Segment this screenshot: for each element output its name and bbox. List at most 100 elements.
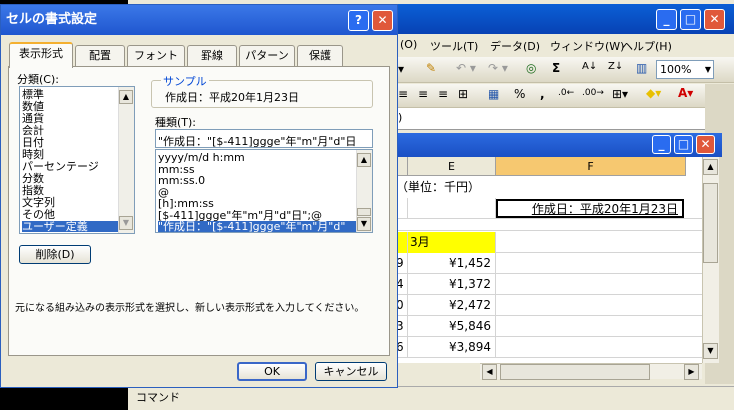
decrease-decimal-icon[interactable]: .00→ xyxy=(582,88,604,98)
workbook-maximize-icon[interactable]: □ xyxy=(674,135,693,154)
march-value-cell[interactable]: ¥1,372 xyxy=(408,274,496,295)
autosum-button[interactable]: Σ xyxy=(552,61,560,75)
scroll-up-icon[interactable]: ▲ xyxy=(357,153,371,167)
delete-button[interactable]: 削除(D) xyxy=(19,245,91,264)
type-item[interactable]: mm:ss.0 xyxy=(158,175,356,186)
category-label: 分類(C): xyxy=(17,73,59,86)
scroll-right-icon[interactable]: ▶ xyxy=(684,364,699,380)
number-tab-panel: 分類(C): ▲ ▼ 標準 数値 通貨 会計 日付 時刻 パーセンテージ 分数 指数 文字列 その他… xyxy=(8,66,390,356)
type-item[interactable]: yyyy/m/d h:mm xyxy=(158,152,356,163)
formula-bar[interactable]: ) xyxy=(396,108,734,130)
redo-icon[interactable]: ↷ ▾ xyxy=(488,61,508,75)
type-item[interactable]: mm:ss xyxy=(158,164,356,175)
category-item[interactable]: 通貨 xyxy=(22,113,118,124)
march-value-cell[interactable]: ¥1,452 xyxy=(408,253,496,274)
tab-protection[interactable]: 保護 xyxy=(297,45,343,66)
scroll-down-icon[interactable]: ▼ xyxy=(357,217,371,231)
category-item[interactable]: 標準 xyxy=(22,89,118,100)
workbook-close-icon[interactable]: ✕ xyxy=(696,135,715,154)
align-center-icon[interactable]: ≡ xyxy=(418,87,428,101)
horizontal-scrollbar[interactable]: ◀ ▶ xyxy=(480,363,702,380)
chart-wizard-icon[interactable]: ▥ xyxy=(636,61,647,75)
type-item[interactable]: @ xyxy=(158,187,356,198)
category-scrollbar[interactable]: ▲ ▼ xyxy=(118,87,134,233)
category-item[interactable]: その他 xyxy=(22,209,118,220)
borders-icon[interactable]: ⊞▾ xyxy=(612,87,628,101)
currency-style-icon[interactable]: ▦ xyxy=(488,87,499,101)
comma-style-button[interactable]: , xyxy=(540,87,545,101)
march-value-cell[interactable]: ¥5,846 xyxy=(408,316,496,337)
hyperlink-icon[interactable]: ◎ xyxy=(526,61,536,75)
category-item[interactable]: ユーザー定義 xyxy=(22,221,118,232)
ok-button[interactable]: OK xyxy=(237,362,307,381)
align-right-icon[interactable]: ≡ xyxy=(438,87,448,101)
type-item[interactable]: [$-411]ggge"年"m"月"d"日";@ xyxy=(158,210,356,221)
menu-window[interactable]: ウィンドウ(W) xyxy=(550,38,624,54)
hscroll-thumb[interactable] xyxy=(500,364,650,380)
type-item[interactable]: [h]:mm:ss xyxy=(158,198,356,209)
format-painter-icon[interactable]: ✎ xyxy=(426,61,436,75)
font-color-icon[interactable]: A▾ xyxy=(678,86,693,100)
category-item[interactable]: パーセンテージ xyxy=(22,161,118,172)
scroll-up-icon[interactable]: ▲ xyxy=(119,90,133,104)
tab-border[interactable]: 罫線 xyxy=(187,45,237,66)
scroll-thumb[interactable] xyxy=(357,208,371,216)
scroll-down-icon[interactable]: ▼ xyxy=(119,216,133,230)
vertical-scrollbar[interactable]: ▲ ▼ xyxy=(702,157,719,363)
cell-e3[interactable] xyxy=(408,198,496,219)
close-icon[interactable]: ✕ xyxy=(704,9,725,30)
align-left-icon[interactable]: ≡ xyxy=(398,87,408,101)
tab-font[interactable]: フォント xyxy=(127,45,185,66)
scroll-thumb[interactable] xyxy=(703,183,718,263)
category-item[interactable]: 分数 xyxy=(22,173,118,184)
unit-label-cell[interactable]: （単位：千円） xyxy=(396,177,496,198)
fill-color-icon[interactable]: ◆▾ xyxy=(646,86,661,100)
march-header-cell[interactable]: 3月 xyxy=(408,232,496,253)
increase-decimal-icon[interactable]: .0← xyxy=(558,88,574,98)
worksheet-grid[interactable]: E F （単位：千円） 作成日：平成20年1月23日 3月 9 ¥1,452 4 ¥1… xyxy=(396,157,702,363)
sort-ascending-icon[interactable]: A↓ xyxy=(582,61,597,72)
menu-format[interactable]: (O) xyxy=(400,38,417,51)
menu-tools[interactable]: ツール(T) xyxy=(430,38,478,54)
formula-bar-paren: ) xyxy=(398,111,403,124)
tab-patterns[interactable]: パターン xyxy=(239,45,295,66)
workbook-minimize-icon[interactable]: _ xyxy=(652,135,671,154)
paste-icon[interactable]: ▾ xyxy=(398,62,404,76)
cancel-button[interactable]: キャンセル xyxy=(315,362,387,381)
category-item[interactable]: 日付 xyxy=(22,137,118,148)
menu-help[interactable]: ヘルプ(H) xyxy=(622,38,672,54)
column-header-f[interactable]: F xyxy=(496,157,686,176)
scroll-up-icon[interactable]: ▲ xyxy=(703,159,718,175)
standard-toolbar: ▾ ✎ ↶ ▾ ↷ ▾ ◎ Σ A↓ Z↓ ▥ 100% ▼ xyxy=(396,57,734,83)
type-input[interactable]: "作成日："[$-411]ggge"年"m"月"d"日 xyxy=(155,129,373,148)
scroll-left-icon[interactable]: ◀ xyxy=(482,364,497,380)
type-listbox[interactable]: ▲ ▼ yyyy/m/d h:mm mm:ss mm:ss.0 @ [h]:mm:ss[… xyxy=(155,149,373,233)
help-icon[interactable]: ? xyxy=(348,10,369,31)
scroll-down-icon[interactable]: ▼ xyxy=(703,343,718,359)
march-value-cell[interactable]: ¥3,894 xyxy=(408,337,496,358)
undo-icon[interactable]: ↶ ▾ xyxy=(456,61,476,75)
category-listbox[interactable]: ▲ ▼ 標準 数値 通貨 会計 日付 時刻 パーセンテージ 分数 指数 文字列 その他 ユーザー定義 xyxy=(19,86,135,234)
tab-alignment[interactable]: 配置 xyxy=(75,45,125,66)
formatting-toolbar: ≡ ≡ ≡ ⊞ ▦ % , .0← .00→ ⊞▾ ◆▾ A▾ xyxy=(396,84,734,108)
minimize-icon[interactable]: _ xyxy=(656,9,677,30)
menu-data[interactable]: データ(D) xyxy=(490,38,540,54)
tab-number[interactable]: 表示形式 xyxy=(9,42,73,68)
column-header-e[interactable]: E xyxy=(408,157,496,176)
type-scrollbar[interactable]: ▲ ▼ xyxy=(356,150,372,232)
type-item[interactable]: "作成日："[$-411]ggge"年"m"月"d" xyxy=(158,221,356,232)
table-row: 6 ¥3,894 xyxy=(396,337,702,358)
category-item[interactable]: 文字列 xyxy=(22,197,118,208)
merge-center-icon[interactable]: ⊞ xyxy=(458,87,468,101)
percent-style-icon[interactable]: % xyxy=(514,87,525,101)
category-item[interactable]: 数値 xyxy=(22,101,118,112)
category-item[interactable]: 会計 xyxy=(22,125,118,136)
created-date-cell[interactable]: 作成日：平成20年1月23日 xyxy=(496,199,684,218)
category-item[interactable]: 指数 xyxy=(22,185,118,196)
dialog-close-icon[interactable]: ✕ xyxy=(372,10,393,31)
category-item[interactable]: 時刻 xyxy=(22,149,118,160)
zoom-select[interactable]: 100% ▼ xyxy=(656,60,714,79)
sort-descending-icon[interactable]: Z↓ xyxy=(608,61,623,72)
march-value-cell[interactable]: ¥2,472 xyxy=(408,295,496,316)
maximize-icon[interactable]: □ xyxy=(680,9,701,30)
